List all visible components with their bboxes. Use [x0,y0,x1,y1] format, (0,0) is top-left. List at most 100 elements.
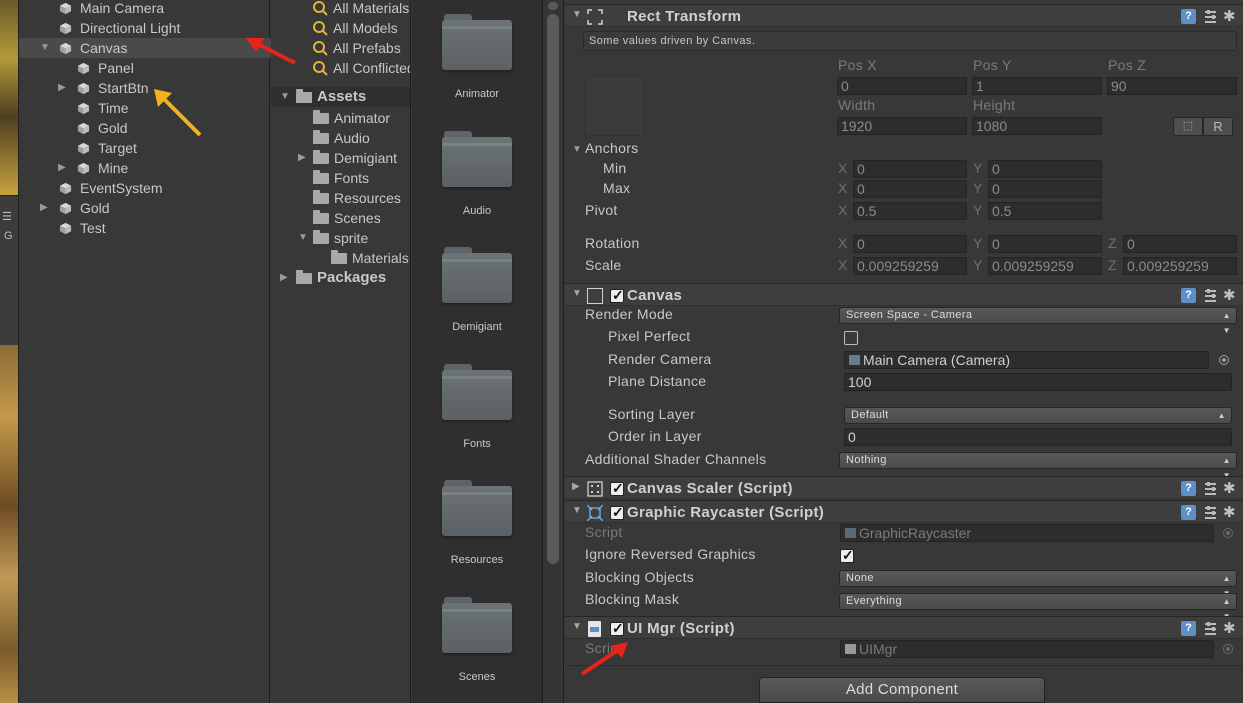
anchor-min-y-field[interactable]: 0 [988,160,1102,178]
folder-icon[interactable] [442,247,512,305]
ui-mgr-enabled-checkbox[interactable] [610,620,624,637]
hierarchy-item-gold[interactable]: Gold [19,118,271,138]
scroll-up-button[interactable] [548,2,558,10]
rect-transform-header[interactable]: ▼ Rect Transform ? ✱ [565,4,1243,27]
pivot-x-field[interactable]: 0.5 [853,202,967,220]
order-in-layer-field[interactable]: 0 [844,428,1232,446]
hierarchy-item-test[interactable]: Test [19,218,271,238]
hierarchy-item-gold[interactable]: ▶ Gold [19,198,271,218]
ignore-reversed-checkbox[interactable] [840,547,854,564]
help-icon[interactable]: ? [1181,505,1196,520]
scale-x-field[interactable]: 0.009259259 [853,257,967,275]
pivot-y-field[interactable]: 0.5 [988,202,1102,220]
favorite-all-materials[interactable]: All Materials [271,0,410,18]
help-icon[interactable]: ? [1181,9,1196,24]
grid-folder-label[interactable]: Audio [412,205,542,217]
foldout-arrow-icon[interactable]: ▼ [572,505,582,516]
scale-z-field[interactable]: 0.009259259 [1123,257,1237,275]
help-icon[interactable]: ? [1181,481,1196,496]
canvas-component-header[interactable]: ▼ Canvas ? ✱ [565,283,1243,306]
rotation-z-field[interactable]: 0 [1123,235,1237,253]
plane-distance-field[interactable]: 100 [844,373,1232,391]
project-folder-sprite[interactable]: ▼ sprite [271,228,410,248]
help-icon[interactable]: ? [1181,288,1196,303]
expand-arrow-icon[interactable]: ▶ [58,78,66,98]
gear-icon[interactable]: ✱ [1223,619,1236,637]
scrollbar-thumb[interactable] [547,14,559,564]
help-icon[interactable]: ? [1181,621,1196,636]
hierarchy-item-eventsystem[interactable]: EventSystem [19,178,271,198]
gear-icon[interactable]: ✱ [1223,286,1236,304]
foldout-arrow-icon[interactable]: ▼ [572,621,582,632]
width-field[interactable]: 1920 [837,117,967,135]
hierarchy-item-mine[interactable]: ▶ Mine [19,158,271,178]
expand-arrow-icon[interactable]: ▶ [298,148,306,168]
canvas-scaler-header[interactable]: ▶ Canvas Scaler (Script) ? ✱ [565,476,1243,499]
grid-folder-label[interactable]: Scenes [412,671,542,683]
grid-folder-label[interactable]: Demigiant [412,321,542,333]
hierarchy-item-time[interactable]: Time [19,98,271,118]
project-folder-scenes[interactable]: Scenes [271,208,410,228]
render-camera-field[interactable]: Main Camera (Camera) [844,351,1209,369]
expand-arrow-icon[interactable]: ▼ [298,228,308,248]
packages-folder-row[interactable]: ▶ Packages [271,268,410,288]
expand-arrow-icon[interactable]: ▼ [280,87,290,107]
sorting-layer-dropdown[interactable]: Default▲▼ [844,407,1232,435]
hierarchy-item-target[interactable]: Target [19,138,271,158]
pos-z-field[interactable]: 90 [1107,77,1237,95]
hierarchy-item-directional-light[interactable]: Directional Light [19,18,271,38]
foldout-arrow-icon[interactable]: ▼ [572,9,582,20]
graphic-raycaster-enabled-checkbox[interactable] [610,504,624,521]
assets-folder-row[interactable]: ▼ Assets [271,87,410,107]
object-picker-icon[interactable] [1219,355,1229,365]
canvas-enabled-checkbox[interactable] [610,287,624,304]
project-folder-audio[interactable]: Audio [271,128,410,148]
hierarchy-item-startbtn[interactable]: ▶ StartBtn [19,78,271,98]
expand-arrow-icon[interactable]: ▶ [40,198,48,218]
pixel-perfect-checkbox[interactable] [844,331,858,345]
canvas-scaler-enabled-checkbox[interactable] [610,480,624,497]
anchor-min-x-field[interactable]: 0 [853,160,967,178]
preset-icon[interactable] [1203,9,1218,24]
project-folder-resources[interactable]: Resources [271,188,410,208]
blocking-mask-dropdown[interactable]: Everything▲▼ [839,593,1237,621]
rotation-x-field[interactable]: 0 [853,235,967,253]
gear-icon[interactable]: ✱ [1223,503,1236,521]
folder-icon[interactable] [442,480,512,538]
project-folder-fonts[interactable]: Fonts [271,168,410,188]
menu-handle-icon[interactable]: ☰ [2,210,14,223]
raw-edit-button[interactable]: R [1203,117,1233,136]
height-field[interactable]: 1080 [972,117,1102,135]
folder-icon[interactable] [442,130,512,189]
hierarchy-item-canvas[interactable]: ▼ Canvas [19,38,271,58]
grid-folder-label[interactable]: Fonts [412,438,542,450]
folder-icon[interactable] [442,363,512,422]
graphic-raycaster-header[interactable]: ▼ Graphic Raycaster (Script) ? ✱ [565,500,1243,523]
gear-icon[interactable]: ✱ [1223,479,1236,497]
hierarchy-item-main-camera[interactable]: Main Camera [19,0,271,18]
pos-y-field[interactable]: 1 [972,77,1102,95]
anchor-max-x-field[interactable]: 0 [853,180,967,198]
expand-arrow-icon[interactable]: ▶ [58,158,66,178]
add-component-button[interactable]: Add Component [759,677,1045,703]
project-folder-demigiant[interactable]: ▶ Demigiant [271,148,410,168]
ui-mgr-header[interactable]: ▼ UI Mgr (Script) ? ✱ [565,616,1243,639]
expand-arrow-icon[interactable]: ▶ [280,268,288,288]
shader-channels-dropdown[interactable]: Nothing▲▼ [839,452,1237,480]
project-grid-scrollbar[interactable] [542,0,564,703]
rotation-y-field[interactable]: 0 [988,235,1102,253]
grid-folder-label[interactable]: Animator [412,88,542,100]
foldout-arrow-icon[interactable]: ▼ [572,288,582,299]
project-folder-materials[interactable]: Materials [271,248,410,268]
folder-icon[interactable] [442,596,512,655]
preset-icon[interactable] [1203,505,1218,520]
grid-folder-label[interactable]: Resources [412,554,542,566]
blueprint-mode-button[interactable]: ⬚ [1173,117,1203,136]
project-folder-animator[interactable]: Animator [271,108,410,128]
folder-icon[interactable] [442,14,512,72]
gear-icon[interactable]: ✱ [1223,7,1236,25]
blocking-objects-dropdown[interactable]: None▲▼ [839,570,1237,598]
foldout-arrow-icon[interactable]: ▶ [572,481,580,492]
preset-icon[interactable] [1203,481,1218,496]
expand-arrow-icon[interactable]: ▼ [40,38,50,58]
